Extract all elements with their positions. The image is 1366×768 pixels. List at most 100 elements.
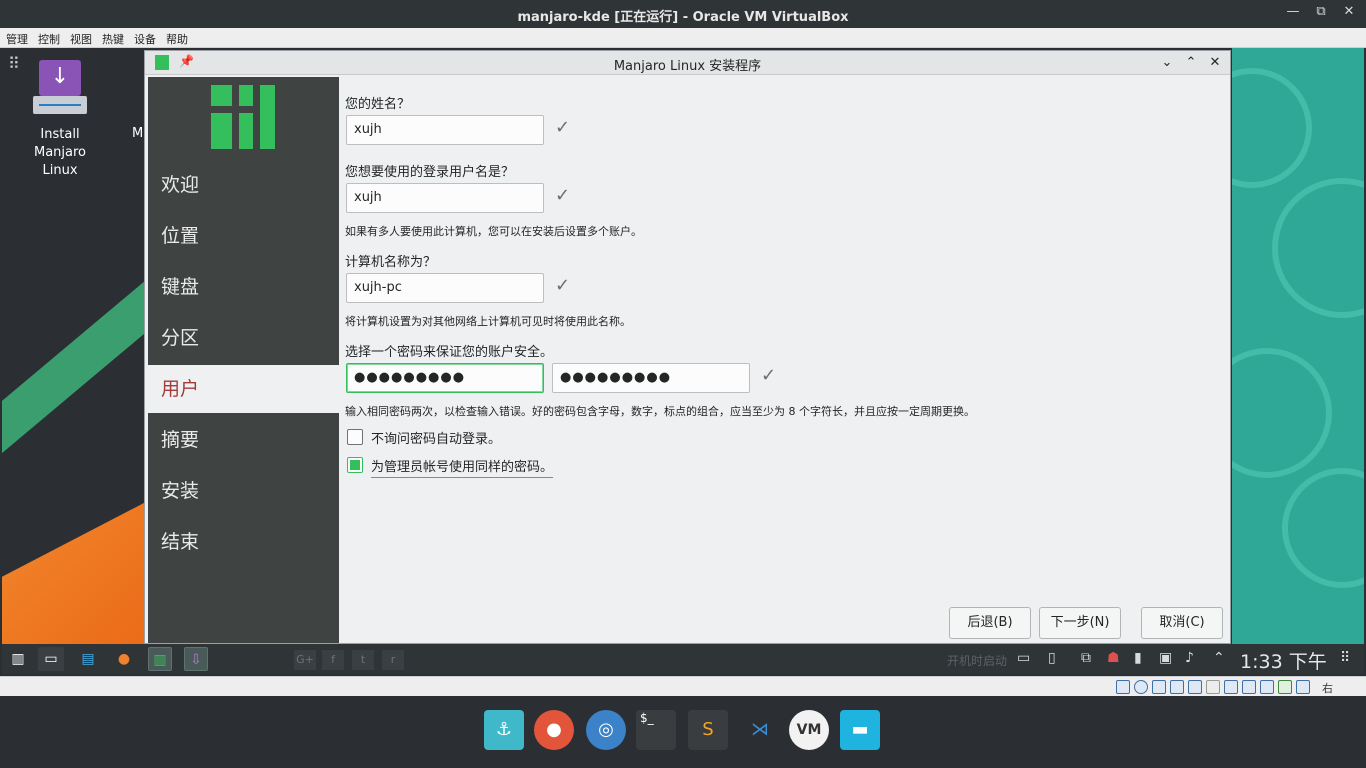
window-close-icon[interactable]: ✕ <box>1205 53 1225 73</box>
firefox-icon[interactable]: ● <box>112 647 136 671</box>
reddit-icon[interactable]: r <box>382 650 404 670</box>
chevron-up-icon[interactable]: ⌃ <box>1181 53 1201 73</box>
desktop-menu-icon[interactable]: ⠿ <box>1340 650 1350 666</box>
menu-control[interactable]: 控制 <box>32 28 64 47</box>
vm-dock-icon[interactable]: VM <box>789 710 829 750</box>
nav-users: 用户 <box>148 365 339 413</box>
wallpaper-teal <box>1232 48 1364 648</box>
autostart-label: 开机时启动 <box>947 654 1008 668</box>
users-page: 您的姓名？ xujh ✓ 您想要使用的登录用户名是？ xujh ✓ 如果有多人要… <box>341 77 1229 643</box>
admin-same-password-label[interactable]: 为管理员帐号使用同样的密码。 <box>371 456 554 478</box>
app-launcher-icon[interactable]: ▥ <box>6 647 30 671</box>
network-adapter-icon[interactable] <box>1170 680 1184 694</box>
menu-manage[interactable]: 管理 <box>0 28 32 47</box>
anchor-app-icon[interactable]: ⚓ <box>484 710 524 750</box>
screen-icon[interactable]: ▭ <box>1017 650 1030 666</box>
menu-help[interactable]: 帮助 <box>160 28 192 47</box>
login-label: 您想要使用的登录用户名是？ <box>345 165 515 180</box>
guest-screen: ⠿ ↓ Install Manjaro Linux M 📌 Manjaro Li… <box>2 48 1364 674</box>
googleplus-icon[interactable]: G+ <box>294 650 316 670</box>
desktop-icon-partial[interactable]: M <box>132 126 143 141</box>
ghost-icon[interactable]: ☗ <box>1107 650 1120 666</box>
close-button[interactable]: ✕ <box>1338 4 1360 24</box>
installer-task-icon[interactable]: ⇩ <box>184 647 208 671</box>
audio-icon[interactable] <box>1152 680 1166 694</box>
vscode-dock-icon[interactable]: ⋊ <box>740 710 780 750</box>
host-status-bar: 右 Ctrl <box>0 676 1366 709</box>
password-label: 选择一个密码来保证您的账户安全。 <box>345 345 554 360</box>
trash-icon[interactable]: ▯ <box>1048 650 1056 666</box>
firefox-dock-icon[interactable]: ● <box>534 710 574 750</box>
host-window-title: manjaro-kde [正在运行] - Oracle VM VirtualBo… <box>517 10 849 25</box>
installer-sidebar: 欢迎 位置 键盘 分区 用户 摘要 安装 结束 <box>148 77 339 643</box>
app-grid-icon[interactable]: ⠿ <box>8 54 20 73</box>
nav-finish: 结束 <box>161 531 200 553</box>
files-dock-icon[interactable]: ▬ <box>840 710 880 750</box>
host-menu-bar: 管理 控制 视图 热键 设备 帮助 <box>0 28 1366 48</box>
clock[interactable]: 1:33 下午 <box>1240 647 1327 674</box>
battery-icon[interactable]: ▮ <box>1134 650 1142 666</box>
restore-button[interactable]: ⧉ <box>1310 4 1332 24</box>
nav-welcome: 欢迎 <box>161 174 200 196</box>
name-label: 您的姓名？ <box>345 97 411 112</box>
display-icon[interactable] <box>1224 680 1238 694</box>
desktop-install-icon[interactable]: ↓ Install Manjaro Linux <box>20 60 100 180</box>
installer-icon: ↓ <box>33 60 87 114</box>
next-button[interactable]: 下一步(N) <box>1039 607 1121 639</box>
manjaro-task-icon[interactable]: ▥ <box>148 647 172 671</box>
username-input[interactable]: xujh <box>346 183 544 213</box>
autologin-checkbox[interactable] <box>347 429 363 445</box>
shared-folder-icon[interactable] <box>1206 680 1220 694</box>
desktop-icon-label: Install Manjaro Linux <box>33 127 86 178</box>
login-hint: 如果有多人要使用此计算机，您可以在安装后设置多个账户。 <box>345 225 642 238</box>
sublime-dock-icon[interactable]: S <box>688 710 728 750</box>
chevron-down-icon[interactable]: ⌄ <box>1157 53 1177 73</box>
optical-icon[interactable] <box>1134 680 1148 694</box>
clipboard-icon[interactable]: ⧉ <box>1081 650 1091 666</box>
guest-taskbar: ▥ ▭ ▤ ● ▥ ⇩ G+ f t r 开机时启动 ▭ ▯ ⧉ ☗ ▮ ▣ ♪… <box>2 644 1364 674</box>
back-button[interactable]: 后退(B) <box>949 607 1031 639</box>
fullname-input[interactable]: xujh <box>346 115 544 145</box>
menu-devices[interactable]: 设备 <box>128 28 160 47</box>
volume-icon[interactable]: ♪ <box>1185 650 1194 666</box>
manjaro-logo <box>211 85 275 149</box>
network-icon[interactable]: ▣ <box>1159 650 1172 666</box>
password-confirm-input[interactable]: ●●●●●●●●● <box>552 363 750 393</box>
terminal-dock-icon[interactable]: $_ <box>636 710 676 750</box>
usb-icon[interactable] <box>1188 680 1202 694</box>
nav-summary: 摘要 <box>161 429 200 451</box>
menu-hotkey[interactable]: 热键 <box>96 28 128 47</box>
cancel-button[interactable]: 取消(C) <box>1141 607 1223 639</box>
vtx-icon[interactable] <box>1278 680 1292 694</box>
installer-window: 📌 Manjaro Linux 安装程序 ⌄ ⌃ ✕ 欢迎 位置 键盘 分区 用… <box>144 50 1231 644</box>
hostname-label: 计算机名称为？ <box>345 255 437 270</box>
recording-icon[interactable] <box>1242 680 1256 694</box>
facebook-icon[interactable]: f <box>322 650 344 670</box>
minimize-button[interactable]: — <box>1282 4 1304 24</box>
check-icon: ✓ <box>555 275 571 296</box>
password-hint: 输入相同密码两次，以检查输入错误。好的密码包含字母，数字，标点的组合，应当至少为… <box>345 405 975 418</box>
password-input[interactable]: ●●●●●●●●● <box>346 363 544 393</box>
hostname-hint: 将计算机设置为对其他网络上计算机可见时将使用此名称。 <box>345 315 631 328</box>
mouse-integration-icon[interactable] <box>1296 680 1310 694</box>
check-icon: ✓ <box>761 365 777 386</box>
cpu-icon[interactable] <box>1260 680 1274 694</box>
installer-title-bar: 📌 Manjaro Linux 安装程序 ⌄ ⌃ ✕ <box>145 51 1230 75</box>
autologin-label[interactable]: 不询问密码自动登录。 <box>371 428 501 447</box>
check-icon: ✓ <box>555 185 571 206</box>
twitter-icon[interactable]: t <box>352 650 374 670</box>
chromium-dock-icon[interactable]: ◎ <box>586 710 626 750</box>
nav-install: 安装 <box>161 480 200 502</box>
nav-keyboard: 键盘 <box>161 276 200 298</box>
installer-title: Manjaro Linux 安装程序 <box>613 59 762 74</box>
hdd-icon[interactable] <box>1116 680 1130 694</box>
desktop-pager-icon[interactable]: ▭ <box>38 647 64 671</box>
file-manager-icon[interactable]: ▤ <box>76 647 100 671</box>
host-dock: ⚓ ● ◎ $_ S ⋊ VM ▬ <box>0 696 1366 768</box>
menu-view[interactable]: 视图 <box>64 28 96 47</box>
hostname-input[interactable]: xujh-pc <box>346 273 544 303</box>
host-title-bar: manjaro-kde [正在运行] - Oracle VM VirtualBo… <box>0 0 1366 28</box>
nav-location: 位置 <box>161 225 200 247</box>
expand-tray-icon[interactable]: ⌃ <box>1213 650 1225 666</box>
admin-same-password-checkbox[interactable] <box>347 457 363 473</box>
